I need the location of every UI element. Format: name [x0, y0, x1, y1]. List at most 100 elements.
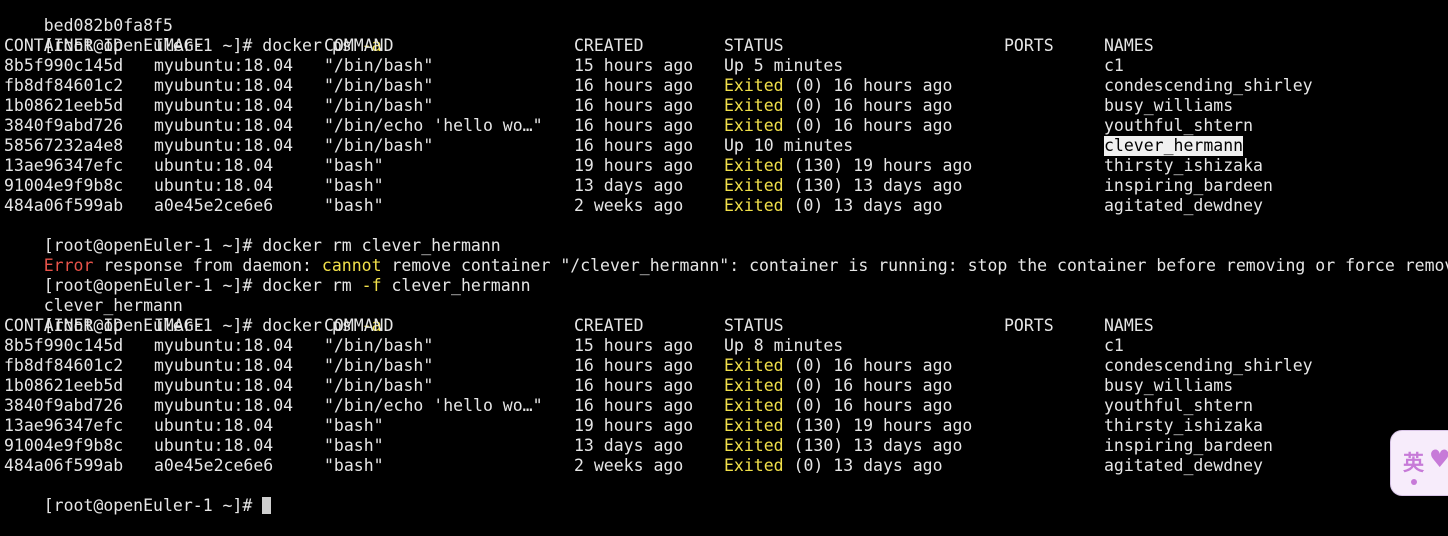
cell-names: thirsty_ishizaka: [1104, 416, 1263, 435]
cell-created: 16 hours ago: [574, 116, 694, 135]
cell-names: inspiring_bardeen: [1104, 436, 1273, 455]
cell-names: youthful_shtern: [1104, 396, 1254, 415]
cell-status: Exited (0) 16 hours ago: [724, 116, 953, 136]
status-detail: (130) 19 hours ago: [783, 416, 973, 435]
cell-command: "/bin/echo 'hello wo…": [324, 396, 543, 415]
cell-container-id: 91004e9f9b8c: [4, 176, 124, 195]
header-ports: PORTS: [1004, 316, 1054, 335]
cell-status: Exited (0) 16 hours ago: [724, 396, 953, 416]
cell-command: "bash": [324, 156, 384, 175]
cell-created: 15 hours ago: [574, 336, 694, 355]
terminal-window[interactable]: bed082b0fa8f5 [root@openEuler-1 ~]# dock…: [4, 0, 1448, 515]
cell-created: 16 hours ago: [574, 136, 694, 155]
container-table-2: 8b5f990c145d myubuntu:18.04 "/bin/bash" 15 …: [4, 336, 1444, 476]
cell-status: Exited (0) 16 hours ago: [724, 376, 953, 396]
cell-image: myubuntu:18.04: [154, 136, 294, 155]
status-detail: (130) 19 hours ago: [783, 156, 973, 175]
table-row: 1b08621eeb5d myubuntu:18.04 "/bin/bash" 16 …: [4, 376, 1444, 396]
cell-image: myubuntu:18.04: [154, 376, 294, 395]
cell-container-id: 13ae96347efc: [4, 156, 124, 175]
status-detail: (130) 13 days ago: [783, 436, 963, 455]
table-row: 8b5f990c145d myubuntu:18.04 "/bin/bash" 15 …: [4, 336, 1444, 356]
status-word: Exited: [724, 416, 784, 435]
cell-status: Exited (0) 16 hours ago: [724, 76, 953, 96]
cell-image: myubuntu:18.04: [154, 356, 294, 375]
cell-container-id: 91004e9f9b8c: [4, 436, 124, 455]
table-row: 91004e9f9b8c ubuntu:18.04 "bash" 13 days ag…: [4, 176, 1444, 196]
status-detail: (0) 13 days ago: [783, 196, 943, 215]
status-word: Exited: [724, 76, 784, 95]
status-detail: (0) 16 hours ago: [783, 76, 953, 95]
cell-created: 2 weeks ago: [574, 196, 684, 215]
cell-command: "/bin/bash": [324, 336, 434, 355]
table-row: 484a06f599ab a0e45e2ce6e6 "bash" 2 weeks ag…: [4, 456, 1444, 476]
status-word: Exited: [724, 376, 784, 395]
cell-image: myubuntu:18.04: [154, 96, 294, 115]
table-row: fb8df84601c2 myubuntu:18.04 "/bin/bash" 16 …: [4, 356, 1444, 376]
cell-image: a0e45e2ce6e6: [154, 456, 274, 475]
active-prompt-line[interactable]: [root@openEuler-1 ~]#: [4, 476, 1444, 515]
cell-image: a0e45e2ce6e6: [154, 196, 274, 215]
table-row: 3840f9abd726 myubuntu:18.04 "/bin/echo 'he…: [4, 116, 1444, 136]
status-word: Up: [724, 136, 744, 155]
table-row: 8b5f990c145d myubuntu:18.04 "/bin/bash" 15 …: [4, 56, 1444, 76]
status-detail: (0) 13 days ago: [783, 456, 943, 475]
cell-created: 16 hours ago: [574, 396, 694, 415]
table-row: 3840f9abd726 myubuntu:18.04 "/bin/echo 'he…: [4, 396, 1444, 416]
cell-image: myubuntu:18.04: [154, 116, 294, 135]
status-word: Up: [724, 56, 744, 75]
status-word: Up: [724, 336, 744, 355]
header-image: IMAGE: [154, 36, 204, 55]
header-created: CREATED: [574, 316, 644, 335]
cell-command: "/bin/bash": [324, 376, 434, 395]
cell-command: "/bin/bash": [324, 136, 434, 155]
cell-created: 16 hours ago: [574, 356, 694, 375]
status-word: Exited: [724, 396, 784, 415]
text-cursor[interactable]: [262, 497, 272, 514]
table-header-row: CONTAINER ID IMAGE COMMAND CREATED STATU…: [4, 36, 1444, 56]
cell-names: thirsty_ishizaka: [1104, 156, 1263, 175]
cell-created: 15 hours ago: [574, 56, 694, 75]
cell-created: 13 days ago: [574, 436, 684, 455]
cell-container-id: 1b08621eeb5d: [4, 96, 124, 115]
ime-floating-widget[interactable]: 英 ♥: [1390, 430, 1448, 496]
status-detail: 10 minutes: [743, 136, 854, 155]
terminal-line-partial: bed082b0fa8f5: [4, 0, 1444, 35]
table-header-row: CONTAINER ID IMAGE COMMAND CREATED STATU…: [4, 316, 1444, 336]
cell-names: busy_williams: [1104, 376, 1234, 395]
header-status: STATUS: [724, 316, 784, 335]
status-detail: (0) 16 hours ago: [783, 96, 953, 115]
table-row: 13ae96347efc ubuntu:18.04 "bash" 19 hours a…: [4, 156, 1444, 176]
cell-names-selected: clever_hermann: [1104, 136, 1244, 156]
cell-image: myubuntu:18.04: [154, 396, 294, 415]
cell-status: Up 5 minutes: [724, 56, 843, 76]
cell-command: "bash": [324, 196, 384, 215]
cell-image: myubuntu:18.04: [154, 76, 294, 95]
cell-container-id: 3840f9abd726: [4, 396, 124, 415]
rm-output-line: clever_hermann: [4, 276, 1444, 315]
cell-created: 16 hours ago: [574, 376, 694, 395]
cell-command: "/bin/bash": [324, 56, 434, 75]
cell-created: 16 hours ago: [574, 76, 694, 95]
header-ports: PORTS: [1004, 36, 1054, 55]
cell-container-id: 58567232a4e8: [4, 136, 124, 155]
status-detail: (0) 16 hours ago: [783, 356, 953, 375]
status-word: Exited: [724, 96, 784, 115]
table-row: 1b08621eeb5d myubuntu:18.04 "/bin/bash" 16 …: [4, 96, 1444, 116]
cell-status: Exited (130) 19 hours ago: [724, 416, 972, 436]
cell-created: 19 hours ago: [574, 416, 694, 435]
cell-created: 13 days ago: [574, 176, 684, 195]
table-row: 58567232a4e8 myubuntu:18.04 "/bin/bash" 16 …: [4, 136, 1444, 156]
command-line-ps-1: [root@openEuler-1 ~]# docker ps -a: [4, 16, 1444, 55]
error-line: Error response from daemon: cannot remov…: [4, 236, 1448, 275]
cell-created: 16 hours ago: [574, 96, 694, 115]
header-names: NAMES: [1104, 316, 1154, 335]
table-row: 91004e9f9b8c ubuntu:18.04 "bash" 13 days ag…: [4, 436, 1444, 456]
cell-names: busy_williams: [1104, 96, 1234, 115]
status-detail: (0) 16 hours ago: [783, 376, 953, 395]
header-command: COMMAND: [324, 316, 394, 335]
cell-status: Exited (130) 13 days ago: [724, 176, 962, 196]
cell-command: "/bin/echo 'hello wo…": [324, 116, 543, 135]
cell-container-id: 8b5f990c145d: [4, 56, 124, 75]
status-word: Exited: [724, 456, 784, 475]
